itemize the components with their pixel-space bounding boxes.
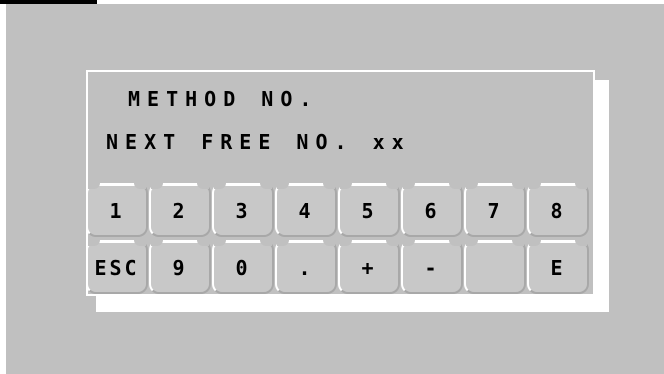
key-label: 5 <box>361 198 377 223</box>
key-label: 9 <box>172 255 188 280</box>
key-label: ESC <box>94 255 140 280</box>
key-enter[interactable]: E <box>527 240 589 294</box>
key-4[interactable]: 4 <box>275 183 337 237</box>
key-plus[interactable]: + <box>338 240 400 294</box>
display-next-free-number: NEXT FREE NO. xx <box>106 130 411 154</box>
key-label: - <box>424 255 440 280</box>
key-label: + <box>361 255 377 280</box>
key-decimal-point[interactable]: . <box>275 240 337 294</box>
key-8[interactable]: 8 <box>527 183 589 237</box>
key-label: 1 <box>109 198 125 223</box>
display-title: METHOD NO. <box>128 87 319 111</box>
key-label: . <box>298 255 314 280</box>
key-label: 7 <box>487 198 503 223</box>
key-label: 3 <box>235 198 251 223</box>
key-2[interactable]: 2 <box>149 183 211 237</box>
key-label: 6 <box>424 198 440 223</box>
key-minus[interactable]: - <box>401 240 463 294</box>
key-1[interactable]: 1 <box>86 183 148 237</box>
key-7[interactable]: 7 <box>464 183 526 237</box>
key-label: 8 <box>550 198 566 223</box>
key-label: E <box>550 255 566 280</box>
key-0[interactable]: 0 <box>212 240 274 294</box>
key-label: 0 <box>235 255 251 280</box>
key-6[interactable]: 6 <box>401 183 463 237</box>
key-5[interactable]: 5 <box>338 183 400 237</box>
key-3[interactable]: 3 <box>212 183 274 237</box>
key-label: 4 <box>298 198 314 223</box>
key-label: 2 <box>172 198 188 223</box>
key-blank[interactable] <box>464 240 526 294</box>
key-9[interactable]: 9 <box>149 240 211 294</box>
key-esc[interactable]: ESC <box>86 240 148 294</box>
